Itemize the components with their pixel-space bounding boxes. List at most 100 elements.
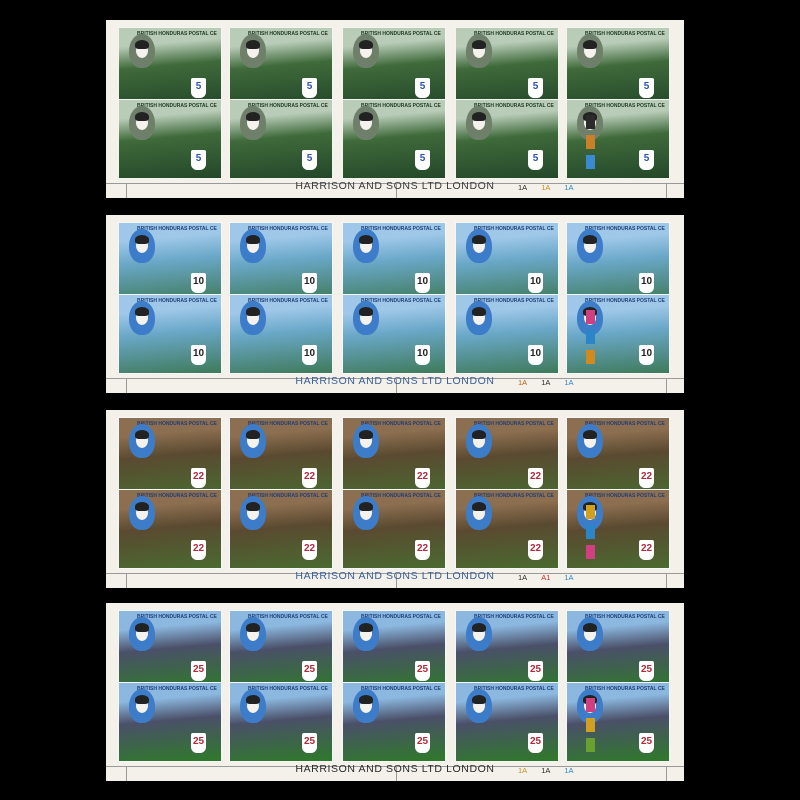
- plate-numbers: 1A 1A 1A: [518, 766, 588, 775]
- portrait-hair: [135, 695, 149, 704]
- portrait-hair: [135, 623, 149, 632]
- portrait-hair: [135, 235, 149, 244]
- queen-portrait-cameo: [466, 229, 492, 263]
- portrait-hair: [359, 430, 373, 439]
- stamp-value-tablet: 10: [528, 273, 543, 293]
- stamp-value-tablet: 10: [415, 273, 430, 293]
- queen-portrait-cameo: [129, 229, 155, 263]
- queen-portrait-cameo: [353, 617, 379, 651]
- stamp-value-tablet: 25: [191, 661, 206, 681]
- portrait-hair: [246, 307, 260, 316]
- colour-check-swatch: [586, 545, 595, 559]
- queen-portrait-cameo: [240, 617, 266, 651]
- stamp: BRITISH HONDURAS POSTAL CENTENARY 1866-1…: [455, 99, 559, 179]
- stamp: BRITISH HONDURAS POSTAL CENTENARY 1866-1…: [566, 27, 670, 107]
- queen-portrait-cameo: [240, 34, 266, 68]
- stamp: BRITISH HONDURAS POSTAL CENTENARY 1866-1…: [455, 222, 559, 302]
- stamp: BRITISH HONDURAS POSTAL CENTENARY 1866-1…: [118, 294, 222, 374]
- stamp: BRITISH HONDURAS POSTAL CENTENARY 1866-1…: [566, 682, 670, 762]
- queen-portrait-cameo: [129, 496, 155, 530]
- stamp: BRITISH HONDURAS POSTAL CENTENARY 1866-1…: [118, 99, 222, 179]
- stamp: BRITISH HONDURAS POSTAL CENTENARY 1866-1…: [229, 489, 333, 569]
- stamp: BRITISH HONDURAS POSTAL CENTENARY 1866-1…: [342, 294, 446, 374]
- stamp-value-tablet: 22: [528, 468, 543, 488]
- stamp: BRITISH HONDURAS POSTAL CENTENARY 1866-1…: [229, 682, 333, 762]
- queen-portrait-cameo: [129, 617, 155, 651]
- portrait-hair: [135, 112, 149, 121]
- portrait-hair: [135, 430, 149, 439]
- portrait-hair: [583, 430, 597, 439]
- plate-number: 1A: [518, 573, 528, 582]
- plate-number: 1A: [564, 573, 574, 582]
- queen-portrait-cameo: [240, 301, 266, 335]
- queen-portrait-cameo: [129, 424, 155, 458]
- plate-number: 1A: [564, 378, 574, 387]
- stamp: BRITISH HONDURAS POSTAL CENTENARY 1866-1…: [342, 682, 446, 762]
- stamp: BRITISH HONDURAS POSTAL CENTENARY 1866-1…: [342, 489, 446, 569]
- stamp: BRITISH HONDURAS POSTAL CENTENARY 1866-1…: [118, 682, 222, 762]
- printer-imprint: HARRISON AND SONS LTD LONDON: [295, 570, 495, 582]
- portrait-hair: [359, 307, 373, 316]
- stamp-value-tablet: 10: [191, 273, 206, 293]
- stamp: BRITISH HONDURAS POSTAL CENTENARY 1866-1…: [566, 99, 670, 179]
- colour-check-swatch: [586, 330, 595, 344]
- stamp-value-tablet: 10: [639, 345, 654, 365]
- plate-number: 1A: [541, 183, 551, 192]
- stamp: BRITISH HONDURAS POSTAL CENTENARY 1866-1…: [566, 610, 670, 690]
- stamp: BRITISH HONDURAS POSTAL CENTENARY 1866-1…: [229, 99, 333, 179]
- queen-portrait-cameo: [466, 106, 492, 140]
- portrait-hair: [472, 235, 486, 244]
- colour-check-swatch: [586, 115, 595, 129]
- plate-number: A1: [541, 573, 551, 582]
- stamp: BRITISH HONDURAS POSTAL CENTENARY 1866-1…: [118, 222, 222, 302]
- stamp-value-tablet: 10: [302, 345, 317, 365]
- stamp: BRITISH HONDURAS POSTAL CENTENARY 1866-1…: [455, 682, 559, 762]
- stamp-value-tablet: 25: [415, 661, 430, 681]
- queen-portrait-cameo: [577, 229, 603, 263]
- stamp-value-tablet: 5: [191, 78, 206, 98]
- stamp-value-tablet: 22: [302, 540, 317, 560]
- stamp-value-tablet: 25: [302, 661, 317, 681]
- queen-portrait-cameo: [129, 689, 155, 723]
- portrait-hair: [246, 430, 260, 439]
- stamp: BRITISH HONDURAS POSTAL CENTENARY 1866-1…: [118, 489, 222, 569]
- stamp-value-tablet: 5: [639, 150, 654, 170]
- stamp-sheet-block: BRITISH HONDURAS POSTAL CENTENARY 1866-1…: [106, 410, 684, 588]
- plate-number: 1A: [541, 766, 551, 775]
- stamp-value-tablet: 5: [415, 78, 430, 98]
- portrait-hair: [359, 623, 373, 632]
- plate-numbers: 1A A1 1A: [518, 573, 588, 582]
- stamp: BRITISH HONDURAS POSTAL CENTENARY 1866-1…: [455, 417, 559, 497]
- stamp-value-tablet: 25: [639, 661, 654, 681]
- portrait-hair: [583, 40, 597, 49]
- queen-portrait-cameo: [466, 617, 492, 651]
- stamp-value-tablet: 22: [639, 540, 654, 560]
- queen-portrait-cameo: [353, 496, 379, 530]
- plate-number: 1A: [518, 378, 528, 387]
- stamp-value-tablet: 22: [415, 540, 430, 560]
- queen-portrait-cameo: [466, 34, 492, 68]
- plate-number: 1A: [518, 183, 528, 192]
- stamp-value-tablet: 25: [191, 733, 206, 753]
- stamp: BRITISH HONDURAS POSTAL CENTENARY 1866-1…: [566, 489, 670, 569]
- portrait-hair: [246, 235, 260, 244]
- stamp-value-tablet: 22: [639, 468, 654, 488]
- stamp: BRITISH HONDURAS POSTAL CENTENARY 1866-1…: [342, 610, 446, 690]
- stamp: BRITISH HONDURAS POSTAL CENTENARY 1866-1…: [229, 294, 333, 374]
- stamp: BRITISH HONDURAS POSTAL CENTENARY 1866-1…: [455, 294, 559, 374]
- queen-portrait-cameo: [466, 424, 492, 458]
- queen-portrait-cameo: [353, 34, 379, 68]
- portrait-hair: [359, 695, 373, 704]
- queen-portrait-cameo: [577, 34, 603, 68]
- queen-portrait-cameo: [129, 301, 155, 335]
- stamp-value-tablet: 5: [639, 78, 654, 98]
- stamp: BRITISH HONDURAS POSTAL CENTENARY 1866-1…: [566, 417, 670, 497]
- portrait-hair: [472, 40, 486, 49]
- portrait-hair: [135, 40, 149, 49]
- portrait-hair: [246, 623, 260, 632]
- queen-portrait-cameo: [353, 106, 379, 140]
- stamp: BRITISH HONDURAS POSTAL CENTENARY 1866-1…: [342, 222, 446, 302]
- stamp-value-tablet: 10: [191, 345, 206, 365]
- queen-portrait-cameo: [240, 106, 266, 140]
- queen-portrait-cameo: [353, 301, 379, 335]
